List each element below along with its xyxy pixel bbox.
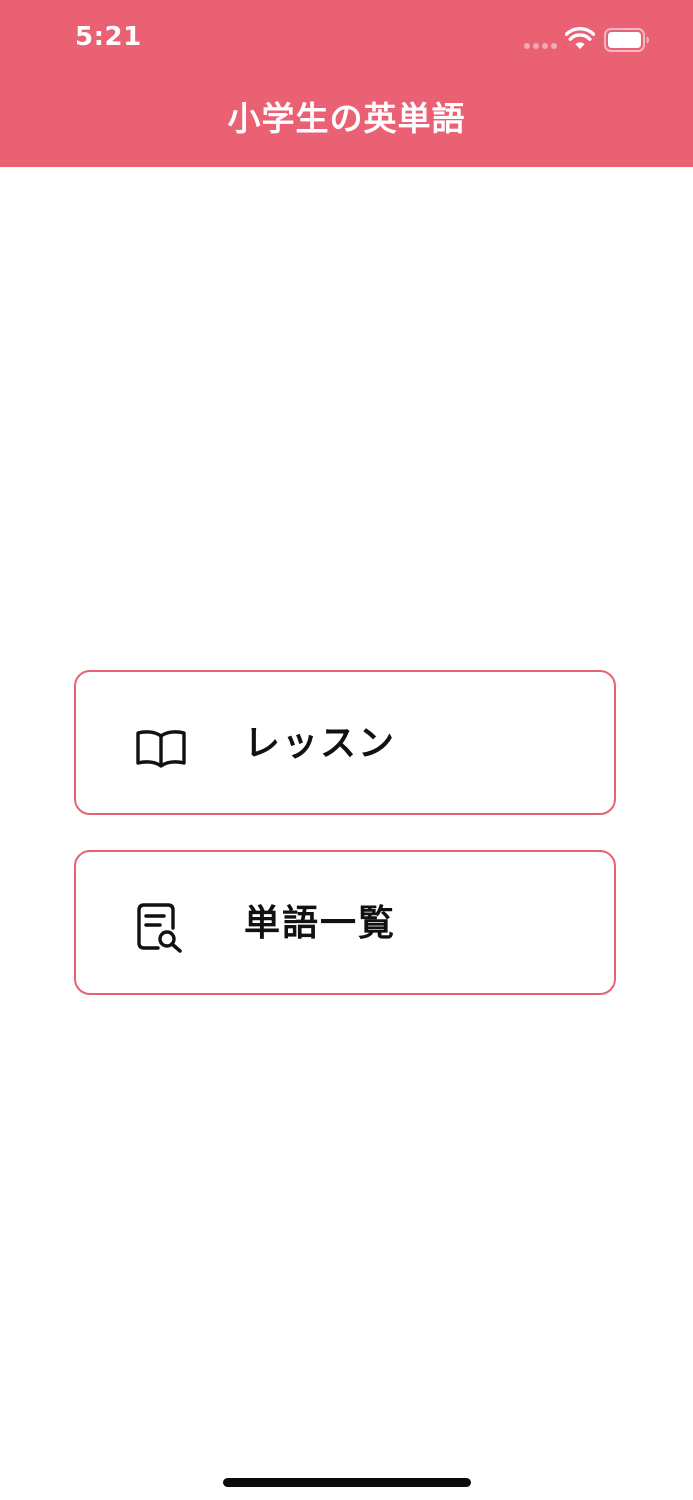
battery-icon <box>604 28 649 52</box>
lesson-button-label: レッスン <box>244 723 397 764</box>
wifi-icon <box>565 27 595 49</box>
word-list-button-label: 単語一覧 <box>244 903 397 944</box>
lesson-button[interactable]: レッスン <box>74 670 616 815</box>
app-header: 5:21 小学生の英単語 <box>0 0 693 167</box>
book-open-icon <box>136 730 186 768</box>
cellular-signal-icon <box>524 43 558 49</box>
page-title: 小学生の英単語 <box>227 99 466 138</box>
status-time: 5:21 <box>75 22 142 52</box>
word-list-button[interactable]: 単語一覧 <box>74 850 616 995</box>
document-search-icon <box>137 903 182 953</box>
home-indicator[interactable] <box>223 1478 471 1487</box>
